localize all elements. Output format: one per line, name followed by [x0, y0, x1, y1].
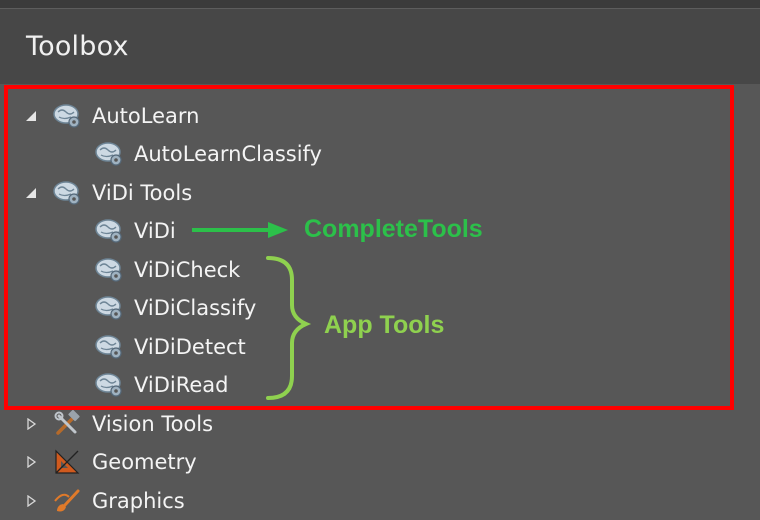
curly-brace-icon — [266, 256, 312, 400]
app-tools-label: App Tools — [324, 311, 445, 339]
arrow-right-icon — [192, 222, 288, 238]
annotation-overlay — [192, 222, 312, 400]
complete-tools-label: CompleteTools — [304, 215, 483, 243]
